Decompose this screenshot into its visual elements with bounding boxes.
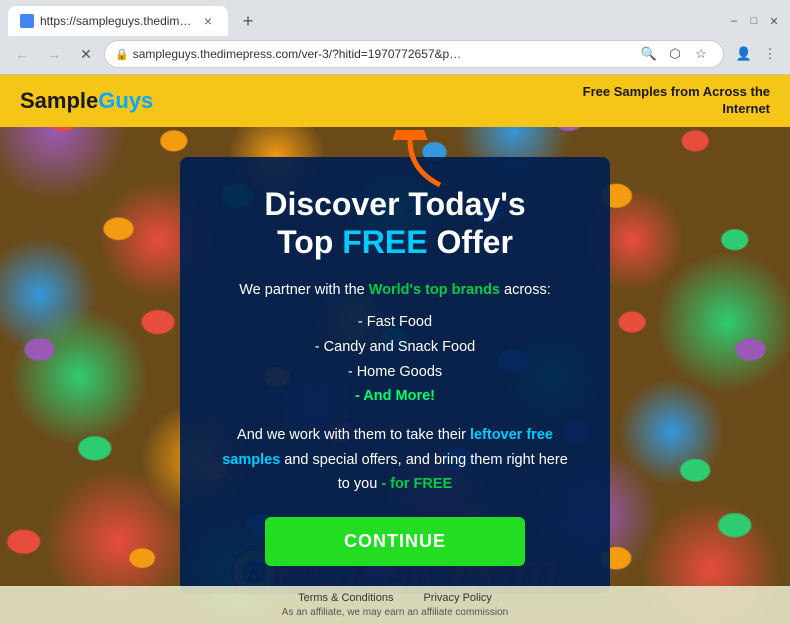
modal-brands-link[interactable]: World's top brands	[369, 282, 500, 298]
logo-sample-text: Sample	[20, 88, 98, 113]
terms-link[interactable]: Terms & Conditions	[298, 592, 393, 604]
list-item: - Fast Food	[215, 310, 575, 335]
footer-disclaimer: As an affiliate, we may earn an affiliat…	[0, 607, 790, 618]
search-url-icon[interactable]: 🔍	[637, 42, 661, 66]
url-actions: 🔍 ⬡ ☆	[637, 42, 713, 66]
list-item: - And More!	[215, 384, 575, 409]
footer-links: Terms & Conditions Privacy Policy	[0, 592, 790, 604]
list-item: - Home Goods	[215, 360, 575, 385]
lock-icon: 🔒	[115, 48, 129, 61]
url-bar[interactable]: 🔒 sampleguys.thedimepress.com/ver-3/?hit…	[104, 40, 724, 68]
forward-button[interactable]: →	[40, 40, 68, 68]
modal-intro-text: We partner with the	[239, 282, 369, 298]
modal-title-free: FREE	[342, 224, 427, 260]
modal-list: - Fast Food - Candy and Snack Food - Hom…	[215, 310, 575, 409]
tab-close-button[interactable]: ×	[200, 13, 216, 29]
modal-para2: And we work with them to take their left…	[215, 423, 575, 497]
browser-window: https://sampleguys.thedimepres… × + – □ …	[0, 0, 790, 624]
new-tab-button[interactable]: +	[234, 7, 262, 35]
modal-overlay: Discover Today's Top FREE Offer We partn…	[0, 127, 790, 624]
profile-icon[interactable]: 👤	[732, 42, 756, 66]
maximize-button[interactable]: □	[746, 13, 762, 29]
tab-title: https://sampleguys.thedimepres…	[40, 14, 194, 28]
modal-title: Discover Today's Top FREE Offer	[215, 185, 575, 262]
close-window-button[interactable]: ✕	[766, 13, 782, 29]
minimize-button[interactable]: –	[726, 13, 742, 29]
tagline-line2: Internet	[722, 101, 770, 116]
site-header: SampleGuys Free Samples from Across the …	[0, 75, 790, 127]
list-item: - Candy and Snack Food	[215, 335, 575, 360]
logo-guys-text: Guys	[98, 88, 153, 113]
header-tagline: Free Samples from Across the Internet	[583, 84, 770, 118]
page-content: SampleGuys Free Samples from Across the …	[0, 75, 790, 624]
arrow-svg	[390, 130, 460, 190]
browser-chrome: https://sampleguys.thedimepres… × + – □ …	[0, 0, 790, 75]
modal-title-line2-start: Top	[277, 224, 342, 260]
window-controls: – □ ✕	[726, 13, 782, 29]
modal-popup: Discover Today's Top FREE Offer We partn…	[180, 157, 610, 594]
tab-bar: https://sampleguys.thedimepres… × + – □ …	[0, 0, 790, 36]
menu-icon[interactable]: ⋮	[758, 42, 782, 66]
tagline-line1: Free Samples from Across the	[583, 84, 770, 99]
active-tab[interactable]: https://sampleguys.thedimepres… ×	[8, 6, 228, 36]
privacy-link[interactable]: Privacy Policy	[423, 592, 491, 604]
continue-button[interactable]: CONTINUE	[265, 517, 525, 566]
arrow-indicator	[390, 130, 460, 195]
page-footer: Terms & Conditions Privacy Policy As an …	[0, 586, 790, 624]
modal-for-free: - for FREE	[381, 476, 452, 492]
share-icon[interactable]: ⬡	[663, 42, 687, 66]
back-button[interactable]: ←	[8, 40, 36, 68]
site-logo: SampleGuys	[20, 88, 153, 114]
modal-para2-start: And we work with them to take their	[237, 427, 470, 443]
browser-menu-buttons: 👤 ⋮	[732, 42, 782, 66]
modal-intro-end: across:	[500, 282, 551, 298]
modal-title-line2-end: Offer	[428, 224, 513, 260]
address-bar: ← → ✕ 🔒 sampleguys.thedimepress.com/ver-…	[0, 36, 790, 74]
modal-intro-paragraph: We partner with the World's top brands a…	[215, 278, 575, 303]
modal-body: We partner with the World's top brands a…	[215, 278, 575, 497]
url-text: sampleguys.thedimepress.com/ver-3/?hitid…	[133, 47, 633, 61]
reload-button[interactable]: ✕	[72, 40, 100, 68]
tab-favicon	[20, 14, 34, 28]
bookmark-icon[interactable]: ☆	[689, 42, 713, 66]
